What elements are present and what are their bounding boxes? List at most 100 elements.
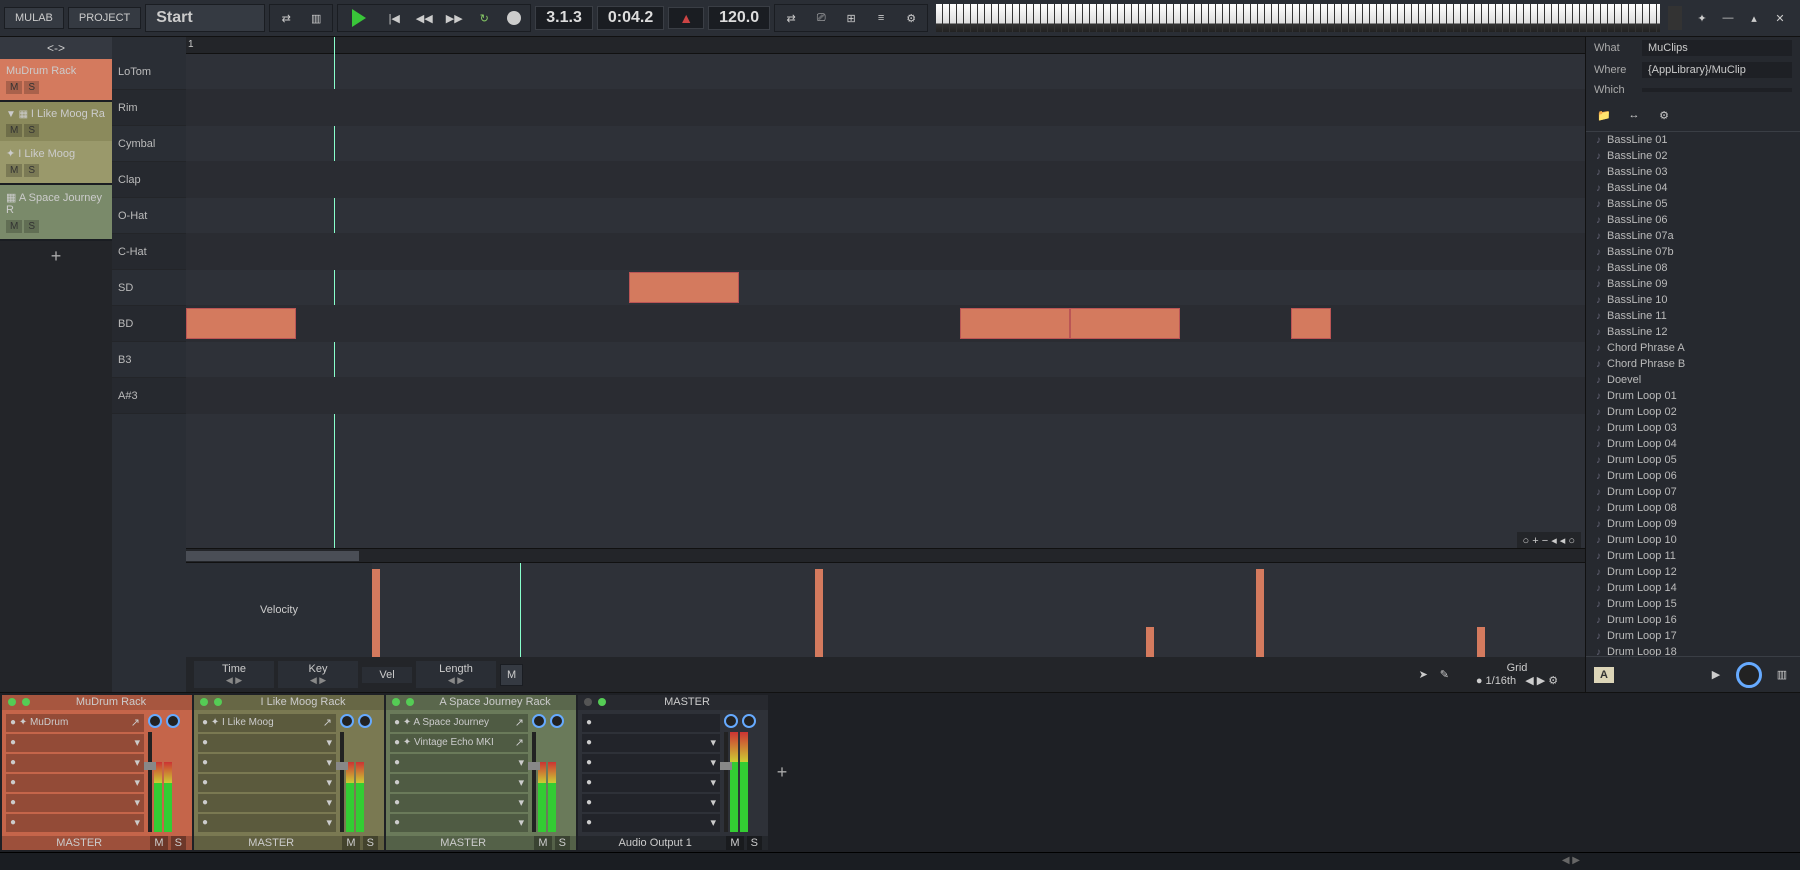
- browser-item[interactable]: Doevel: [1586, 372, 1800, 388]
- grid-setting[interactable]: Grid ● 1/16th ◀ ▶ ⚙: [1457, 662, 1577, 687]
- note[interactable]: [186, 308, 296, 339]
- grid-row[interactable]: [186, 306, 1585, 342]
- browser-tag[interactable]: A: [1594, 667, 1614, 683]
- gain-knob[interactable]: [166, 714, 180, 728]
- browser-item[interactable]: Drum Loop 04: [1586, 436, 1800, 452]
- row-label[interactable]: A#3: [112, 378, 186, 414]
- browser-item[interactable]: BassLine 07a: [1586, 228, 1800, 244]
- options-icon[interactable]: ✦: [1692, 8, 1712, 28]
- plugin-slot[interactable]: ● ✦ I Like Moog↗: [198, 714, 336, 732]
- browser-item[interactable]: BassLine 06: [1586, 212, 1800, 228]
- add-channel-button[interactable]: +: [770, 695, 794, 850]
- solo-button[interactable]: S: [24, 81, 39, 94]
- plugin-slot[interactable]: ●▾: [198, 814, 336, 832]
- minimize-icon[interactable]: —: [1718, 8, 1738, 28]
- volume-fader[interactable]: [724, 732, 728, 832]
- browser-item[interactable]: Drum Loop 15: [1586, 596, 1800, 612]
- track-space[interactable]: ▦ A Space Journey R MS: [0, 185, 112, 241]
- plugin-slot[interactable]: ● ✦ Vintage Echo MKI↗: [390, 734, 528, 752]
- preview-panel-icon[interactable]: ▥: [1772, 665, 1792, 685]
- preview-play-icon[interactable]: ▶: [1706, 665, 1726, 685]
- solo-button[interactable]: S: [24, 220, 39, 233]
- volume-fader[interactable]: [148, 732, 152, 832]
- mute-button[interactable]: M: [6, 164, 22, 177]
- key-field[interactable]: Key◀ ▶: [278, 661, 358, 688]
- mute-button[interactable]: M: [6, 81, 22, 94]
- browser-item[interactable]: Drum Loop 07: [1586, 484, 1800, 500]
- maximize-icon[interactable]: ▴: [1744, 8, 1764, 28]
- browser-item[interactable]: Drum Loop 02: [1586, 404, 1800, 420]
- play-button[interactable]: [352, 9, 366, 27]
- grid-row[interactable]: [186, 198, 1585, 234]
- plugin-slot[interactable]: ● ✦ MuDrum↗: [6, 714, 144, 732]
- gain-knob[interactable]: [742, 714, 756, 728]
- row-label[interactable]: C-Hat: [112, 234, 186, 270]
- browser-item[interactable]: BassLine 11: [1586, 308, 1800, 324]
- pencil-tool[interactable]: ✎: [1436, 664, 1453, 685]
- browser-which[interactable]: [1642, 88, 1792, 92]
- shuffle-icon[interactable]: ⇄: [276, 8, 296, 28]
- velocity-bar[interactable]: [372, 569, 380, 657]
- solo-button[interactable]: S: [363, 836, 378, 850]
- browser-item[interactable]: BassLine 02: [1586, 148, 1800, 164]
- plugin-slot[interactable]: ●▾: [390, 774, 528, 792]
- note[interactable]: [1070, 308, 1180, 339]
- mute-button[interactable]: M: [6, 220, 22, 233]
- forward-icon[interactable]: ▶▶: [444, 8, 464, 28]
- mute-button[interactable]: M: [342, 836, 359, 850]
- record-button[interactable]: [504, 8, 524, 28]
- browser-item[interactable]: Drum Loop 16: [1586, 612, 1800, 628]
- row-label[interactable]: SD: [112, 270, 186, 306]
- browser-item[interactable]: BassLine 05: [1586, 196, 1800, 212]
- metronome-button[interactable]: ▲: [668, 7, 704, 29]
- velocity-bar[interactable]: [1256, 569, 1264, 657]
- pointer-tool[interactable]: ➤: [1415, 664, 1432, 685]
- browser-item[interactable]: Drum Loop 14: [1586, 580, 1800, 596]
- velocity-bar[interactable]: [1146, 627, 1154, 657]
- solo-button[interactable]: S: [24, 164, 39, 177]
- plugin-slot[interactable]: ●▾: [582, 754, 720, 772]
- route-icon[interactable]: ⇄: [781, 8, 801, 28]
- solo-button[interactable]: S: [171, 836, 186, 850]
- browser-item[interactable]: Drum Loop 18: [1586, 644, 1800, 656]
- browser-item[interactable]: BassLine 10: [1586, 292, 1800, 308]
- preview-volume-knob[interactable]: [1736, 662, 1762, 688]
- note[interactable]: [629, 272, 739, 303]
- row-label[interactable]: O-Hat: [112, 198, 186, 234]
- browser-item[interactable]: Drum Loop 09: [1586, 516, 1800, 532]
- velocity-bar[interactable]: [815, 569, 823, 657]
- row-label[interactable]: LoTom: [112, 54, 186, 90]
- vel-field[interactable]: Vel: [362, 667, 412, 683]
- time-field[interactable]: Time◀ ▶: [194, 661, 274, 688]
- browser-where[interactable]: {AppLibrary}/MuClip: [1642, 62, 1792, 78]
- solo-button[interactable]: S: [555, 836, 570, 850]
- plugin-slot[interactable]: ●▾: [198, 734, 336, 752]
- browser-item[interactable]: Drum Loop 06: [1586, 468, 1800, 484]
- plugin-slot[interactable]: ●▾: [582, 774, 720, 792]
- mixer-icon[interactable]: ⎚: [811, 8, 831, 28]
- grid-row[interactable]: [186, 342, 1585, 378]
- rewind-start-icon[interactable]: |◀: [384, 8, 404, 28]
- volume-fader[interactable]: [532, 732, 536, 832]
- plugin-slot[interactable]: ●▾: [390, 754, 528, 772]
- volume-fader[interactable]: [340, 732, 344, 832]
- pan-knob[interactable]: [724, 714, 738, 728]
- velocity-grid[interactable]: [372, 563, 1585, 657]
- browser-settings-icon[interactable]: ⚙: [1654, 105, 1674, 125]
- add-track-button[interactable]: +: [0, 241, 112, 271]
- mixer-channel[interactable]: A Space Journey Rack ● ✦ A Space Journey…: [386, 695, 576, 850]
- browser-item[interactable]: Drum Loop 10: [1586, 532, 1800, 548]
- pan-knob[interactable]: [532, 714, 546, 728]
- piano-roll-grid[interactable]: 1 ○ + − ◂ ◂ ○: [186, 37, 1585, 562]
- row-label[interactable]: BD: [112, 306, 186, 342]
- m-button[interactable]: M: [500, 664, 523, 686]
- browser-item[interactable]: BassLine 04: [1586, 180, 1800, 196]
- position-time-display[interactable]: 0:04.2: [597, 6, 664, 30]
- plugin-slot[interactable]: ●▾: [582, 734, 720, 752]
- timeline-ruler[interactable]: 1: [186, 37, 1585, 54]
- position-bars-display[interactable]: 3.1.3: [535, 6, 593, 30]
- plugin-slot[interactable]: ●▾: [6, 794, 144, 812]
- pan-knob[interactable]: [340, 714, 354, 728]
- gain-knob[interactable]: [358, 714, 372, 728]
- grid-icon[interactable]: ⊞: [841, 8, 861, 28]
